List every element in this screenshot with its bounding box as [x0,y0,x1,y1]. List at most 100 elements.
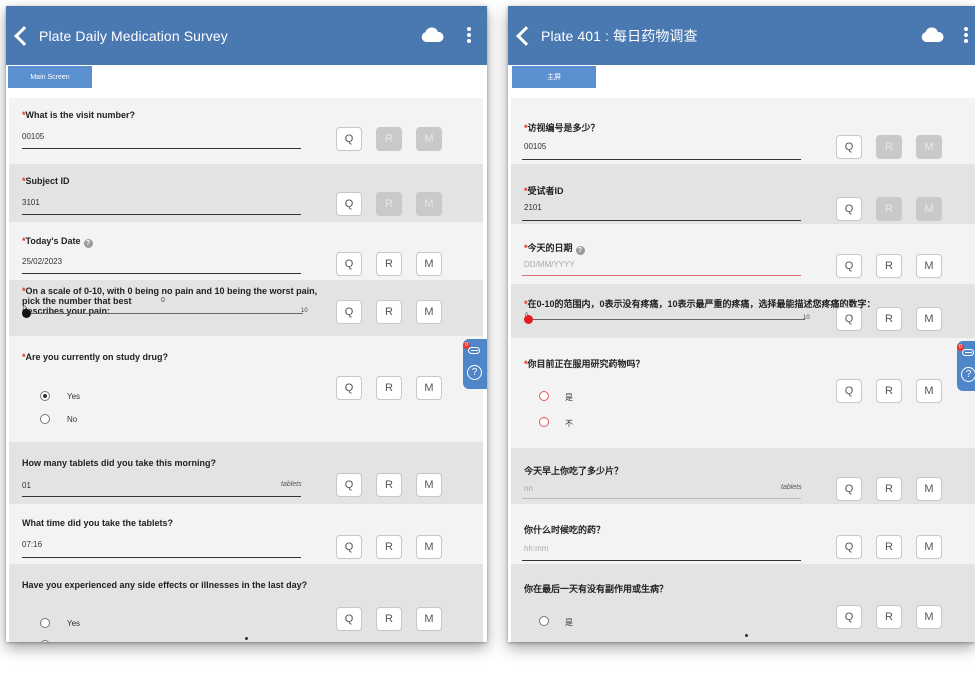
radio-label: 是 [565,393,573,402]
r-button[interactable]: R [376,473,402,497]
more-vert-icon[interactable] [964,27,968,43]
radio-label: Yes [67,619,81,628]
tab-main-screen[interactable]: 主屏 [512,66,596,88]
subject-id-input[interactable]: 3101 [22,198,40,207]
q-button[interactable]: Q [336,300,362,324]
tab-main-screen[interactable]: Main Screen [8,66,92,88]
radio-no[interactable] [539,417,549,427]
m-button[interactable]: M [416,127,442,151]
q-button[interactable]: Q [336,127,362,151]
q-button[interactable]: Q [836,379,862,403]
scroll-indicator [745,634,748,637]
visit-number-input[interactable]: 00105 [524,142,546,151]
r-button[interactable]: R [376,252,402,276]
radio-no[interactable] [40,414,50,424]
slider-thumb[interactable] [22,309,31,318]
date-input[interactable]: 25/02/2023 [22,257,62,266]
back-icon[interactable] [516,25,536,46]
m-button[interactable]: M [416,252,442,276]
q-button[interactable]: Q [836,307,862,331]
date-input[interactable]: DD/MM/YYYY [524,260,575,269]
q-button[interactable]: Q [836,254,862,278]
q-button[interactable]: Q [336,473,362,497]
slider-thumb[interactable] [524,315,533,324]
q-button[interactable]: Q [836,197,862,221]
r-button[interactable]: R [876,307,902,331]
radio-yes[interactable] [40,391,50,401]
pain-slider[interactable] [26,313,303,314]
help-icon[interactable]: ? [467,365,482,380]
time-input[interactable]: hh:mm [524,544,548,553]
info-icon[interactable]: ? [83,239,93,248]
m-button[interactable]: M [416,300,442,324]
subject-id-input[interactable]: 2101 [524,203,542,212]
m-button[interactable]: M [916,477,942,501]
clip-icon[interactable] [468,347,480,354]
question-label: 今天早上你吃了多少片？ [524,466,624,476]
m-button[interactable]: M [916,197,942,221]
q-button[interactable]: Q [336,535,362,559]
q-button[interactable]: Q [336,192,362,216]
r-button[interactable]: R [876,477,902,501]
cloud-icon[interactable] [920,27,944,43]
q-button[interactable]: Q [836,605,862,629]
radio-yes[interactable] [539,391,549,401]
radio-label: No [67,415,78,424]
q-button[interactable]: Q [336,607,362,631]
r-button[interactable]: R [876,135,902,159]
m-button[interactable]: M [416,376,442,400]
input-underline [522,498,801,499]
r-button[interactable]: R [376,127,402,151]
m-button[interactable]: M [916,379,942,403]
m-button[interactable]: M [416,192,442,216]
m-button[interactable]: M [416,535,442,559]
m-button[interactable]: M [916,535,942,559]
q-button[interactable]: Q [836,135,862,159]
q-button[interactable]: Q [336,252,362,276]
r-button[interactable]: R [376,192,402,216]
question-label: *今天的日期? [524,241,585,255]
visit-number-input[interactable]: 00105 [22,132,44,141]
tablet-count-input[interactable]: 01 [22,481,31,490]
scroll-indicator [245,637,248,640]
question-todays-date: *今天的日期? DD/MM/YYYY Q R M [511,224,975,284]
unit-label: tablets [281,481,302,488]
r-button[interactable]: R [376,376,402,400]
m-button[interactable]: M [916,254,942,278]
pain-slider[interactable] [528,319,805,320]
m-button[interactable]: M [916,605,942,629]
radio-label: 是 [565,618,573,627]
question-side-effects: 你在最后一天有没有副作用或生病？ 是 Q R M [511,564,975,642]
cloud-icon[interactable] [420,27,444,43]
r-button[interactable]: R [376,607,402,631]
question-tablet-count: How many tablets did you take this morni… [9,442,483,504]
q-button[interactable]: Q [336,376,362,400]
q-button[interactable]: Q [836,535,862,559]
question-pain-scale: *在0-10的范围内，0表示没有疼痛，10表示最严重的疼痛，选择最能描述您疼痛的… [511,284,975,338]
r-button[interactable]: R [876,197,902,221]
r-button[interactable]: R [876,535,902,559]
r-button[interactable]: R [376,535,402,559]
m-button[interactable]: M [916,135,942,159]
r-button[interactable]: R [876,605,902,629]
m-button[interactable]: M [416,607,442,631]
radio-yes[interactable] [539,616,549,626]
app-title: Plate Daily Medication Survey [39,27,228,44]
help-icon[interactable]: ? [961,367,975,382]
r-button[interactable]: R [876,254,902,278]
question-visit-number: *访视编号是多少？ 00105 Q R M [511,98,975,164]
back-icon[interactable] [14,25,34,46]
radio-option-cut[interactable] [40,640,50,642]
more-vert-icon[interactable] [467,27,471,43]
r-button[interactable]: R [376,300,402,324]
r-button[interactable]: R [876,379,902,403]
question-label: *在0-10的范围内，0表示没有疼痛，10表示最严重的疼痛，选择最能描述您疼痛的… [524,299,876,309]
radio-yes[interactable] [40,618,50,628]
info-icon[interactable]: ? [575,246,585,255]
m-button[interactable]: M [916,307,942,331]
m-button[interactable]: M [416,473,442,497]
tablet-count-input[interactable]: nn [524,484,533,493]
time-input[interactable]: 07:16 [22,540,42,549]
clip-icon[interactable] [962,349,974,356]
q-button[interactable]: Q [836,477,862,501]
